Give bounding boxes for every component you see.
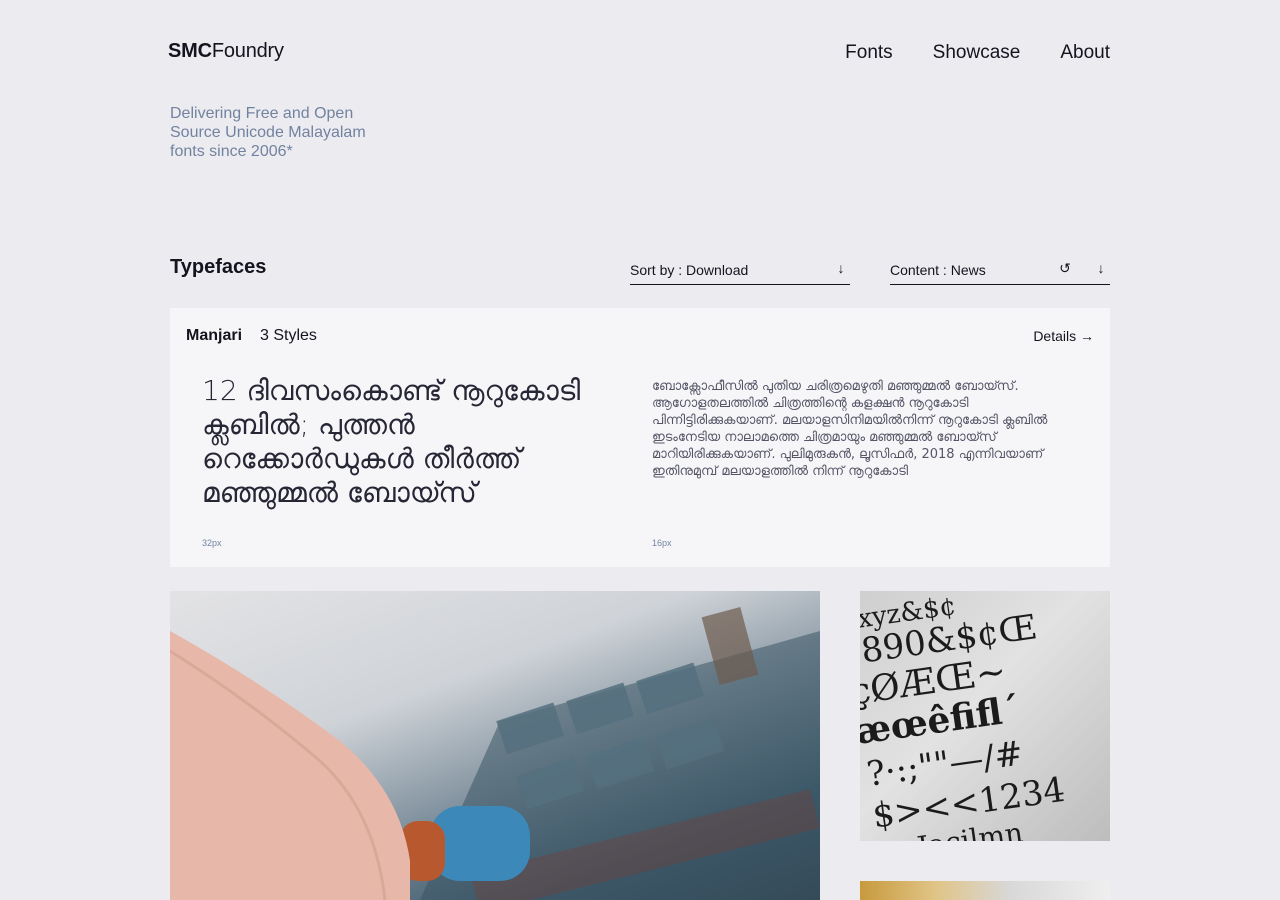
sort-label: Sort by : Download bbox=[630, 262, 749, 278]
site-tagline: Delivering Free and Open Source Unicode … bbox=[170, 105, 366, 160]
logo-bold: SMC bbox=[168, 40, 212, 62]
nav-showcase[interactable]: Showcase bbox=[933, 42, 1021, 64]
main-nav: Fonts Showcase About bbox=[845, 42, 1110, 64]
sample-text-large: 12 ദിവസംകൊണ്ട് നൂറുകോടി ക്ലബിൽ; പുത്തൻ റ… bbox=[202, 374, 581, 509]
third-photo bbox=[860, 881, 1110, 900]
typeface-styles-count: 3 Styles bbox=[260, 327, 317, 344]
arrow-down-icon[interactable]: ↓ bbox=[834, 260, 848, 276]
sort-dropdown[interactable]: Sort by : Download ↓ bbox=[630, 258, 850, 285]
details-link[interactable]: Details → bbox=[1033, 328, 1094, 344]
sample-small-size: 16px bbox=[652, 538, 672, 548]
sample-text-small: ബോക്സോഫീസിൽ പുതിയ ചരിത്രമെഴുതി മഞ്ഞുമ്മൽ… bbox=[652, 379, 1048, 479]
typeface-card[interactable]: Manjari 3 Styles Details → 12 ദിവസംകൊണ്ട… bbox=[170, 308, 1110, 567]
arrow-down-icon[interactable]: ↓ bbox=[1094, 260, 1108, 276]
typeface-name[interactable]: Manjari bbox=[186, 327, 242, 345]
section-title: Typefaces bbox=[170, 256, 267, 278]
logo-rest: Foundry bbox=[211, 40, 284, 62]
content-dropdown[interactable]: Content : News ↺ ↓ bbox=[890, 258, 1110, 285]
type-specimen-illustration: wxyz&$¢ 7890&$¢Œ çØÆŒ~ æœêfifl´ ?·:;""—/… bbox=[860, 591, 1067, 841]
site-header: SMCFoundry Fonts Showcase About bbox=[168, 38, 1110, 68]
site-logo[interactable]: SMCFoundry bbox=[168, 40, 284, 63]
letterpress-illustration bbox=[170, 607, 820, 900]
nav-fonts[interactable]: Fonts bbox=[845, 42, 893, 64]
sample-large-size: 32px bbox=[202, 538, 222, 548]
nav-about[interactable]: About bbox=[1060, 42, 1110, 64]
reset-icon[interactable]: ↺ bbox=[1058, 260, 1072, 277]
typefaces-toolbar: Typefaces Sort by : Download ↓ Content :… bbox=[170, 256, 1110, 286]
type-specimen-photo: wxyz&$¢ 7890&$¢Œ çØÆŒ~ æœêfifl´ ?·:;""—/… bbox=[860, 591, 1110, 841]
content-label: Content : News bbox=[890, 262, 986, 278]
letterpress-photo bbox=[170, 591, 820, 900]
